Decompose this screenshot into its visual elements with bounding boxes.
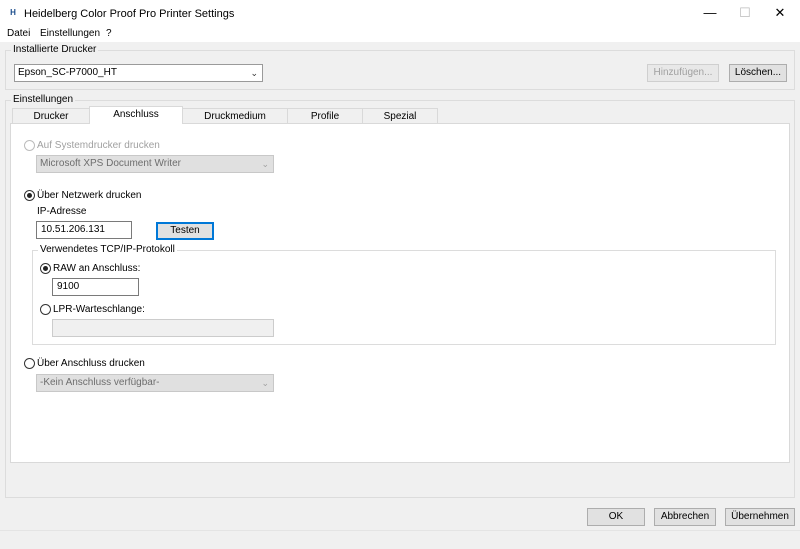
- chevron-down-icon: ⌄: [250, 68, 258, 78]
- port-select-value: -Kein Anschluss verfügbar-: [40, 377, 160, 388]
- system-printer-select[interactable]: Microsoft XPS Document Writer ⌄: [36, 155, 274, 173]
- maximize-button[interactable]: ☐: [727, 0, 763, 26]
- close-button[interactable]: ✕: [762, 0, 798, 26]
- menu-help[interactable]: ?: [106, 28, 112, 39]
- raw-port-field[interactable]: 9100: [52, 278, 139, 296]
- delete-printer-button[interactable]: Löschen...: [729, 64, 787, 82]
- port-radio[interactable]: [24, 358, 35, 369]
- printer-select[interactable]: Epson_SC-P7000_HT ⌄: [14, 64, 263, 82]
- system-printer-radio[interactable]: [24, 140, 35, 151]
- tab-anschluss[interactable]: Anschluss: [89, 106, 183, 124]
- tab-spezial[interactable]: Spezial: [362, 108, 438, 124]
- network-label: Über Netzwerk drucken: [37, 190, 142, 201]
- ip-address-field[interactable]: 10.51.206.131: [36, 221, 132, 239]
- chevron-down-icon: ⌄: [261, 378, 269, 388]
- lpr-queue-field[interactable]: [52, 319, 274, 337]
- chevron-down-icon: ⌄: [261, 159, 269, 169]
- cancel-button[interactable]: Abbrechen: [654, 508, 716, 526]
- status-bar: [0, 530, 800, 549]
- minimize-button[interactable]: —: [692, 0, 728, 26]
- lpr-radio[interactable]: [40, 304, 51, 315]
- menu-bar: [0, 26, 800, 42]
- app-icon: H: [10, 8, 16, 17]
- raw-label: RAW an Anschluss:: [53, 263, 141, 274]
- installed-printers-label: Installierte Drucker: [11, 44, 99, 55]
- lpr-label: LPR-Warteschlange:: [53, 304, 145, 315]
- system-printer-label: Auf Systemdrucker drucken: [37, 140, 160, 151]
- test-button[interactable]: Testen: [156, 222, 214, 240]
- system-printer-select-value: Microsoft XPS Document Writer: [40, 158, 181, 169]
- printer-select-value: Epson_SC-P7000_HT: [18, 67, 117, 78]
- add-printer-button[interactable]: Hinzufügen...: [647, 64, 719, 82]
- tab-druckmedium[interactable]: Druckmedium: [182, 108, 288, 124]
- raw-radio[interactable]: [40, 263, 51, 274]
- tab-profile[interactable]: Profile: [287, 108, 363, 124]
- ip-address-label: IP-Adresse: [37, 206, 87, 217]
- menu-datei[interactable]: Datei: [7, 28, 30, 39]
- menu-einstellungen[interactable]: Einstellungen: [40, 28, 100, 39]
- port-select[interactable]: -Kein Anschluss verfügbar- ⌄: [36, 374, 274, 392]
- apply-button[interactable]: Übernehmen: [725, 508, 795, 526]
- tab-drucker[interactable]: Drucker: [12, 108, 90, 124]
- settings-label: Einstellungen: [11, 94, 76, 105]
- network-radio[interactable]: [24, 190, 35, 201]
- window-title: Heidelberg Color Proof Pro Printer Setti…: [24, 8, 235, 20]
- port-label: Über Anschluss drucken: [37, 358, 145, 369]
- ok-button[interactable]: OK: [587, 508, 645, 526]
- protocol-group-label: Verwendetes TCP/IP-Protokoll: [38, 244, 177, 255]
